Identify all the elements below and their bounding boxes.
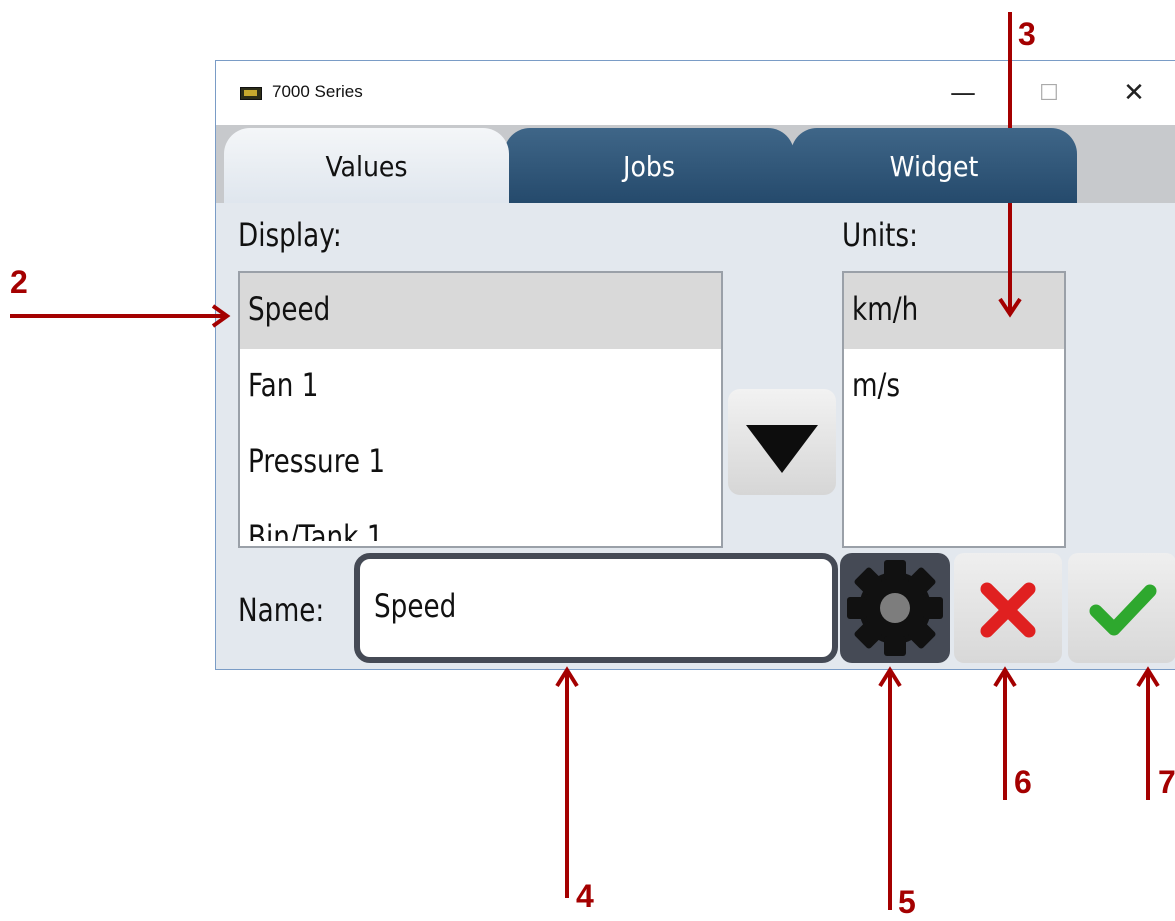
callout-3: 3 (1018, 16, 1036, 52)
tab-values[interactable]: Values (224, 128, 509, 203)
callout-5: 5 (898, 884, 916, 920)
tab-bar: Values Jobs Widget (216, 125, 1175, 203)
tab-jobs[interactable]: Jobs (504, 128, 794, 203)
callout-7: 7 (1158, 764, 1175, 800)
callout-4: 4 (576, 878, 594, 914)
callout-2: 2 (10, 264, 28, 300)
callout-6: 6 (1014, 764, 1032, 800)
tab-widget[interactable]: Widget (791, 128, 1077, 203)
